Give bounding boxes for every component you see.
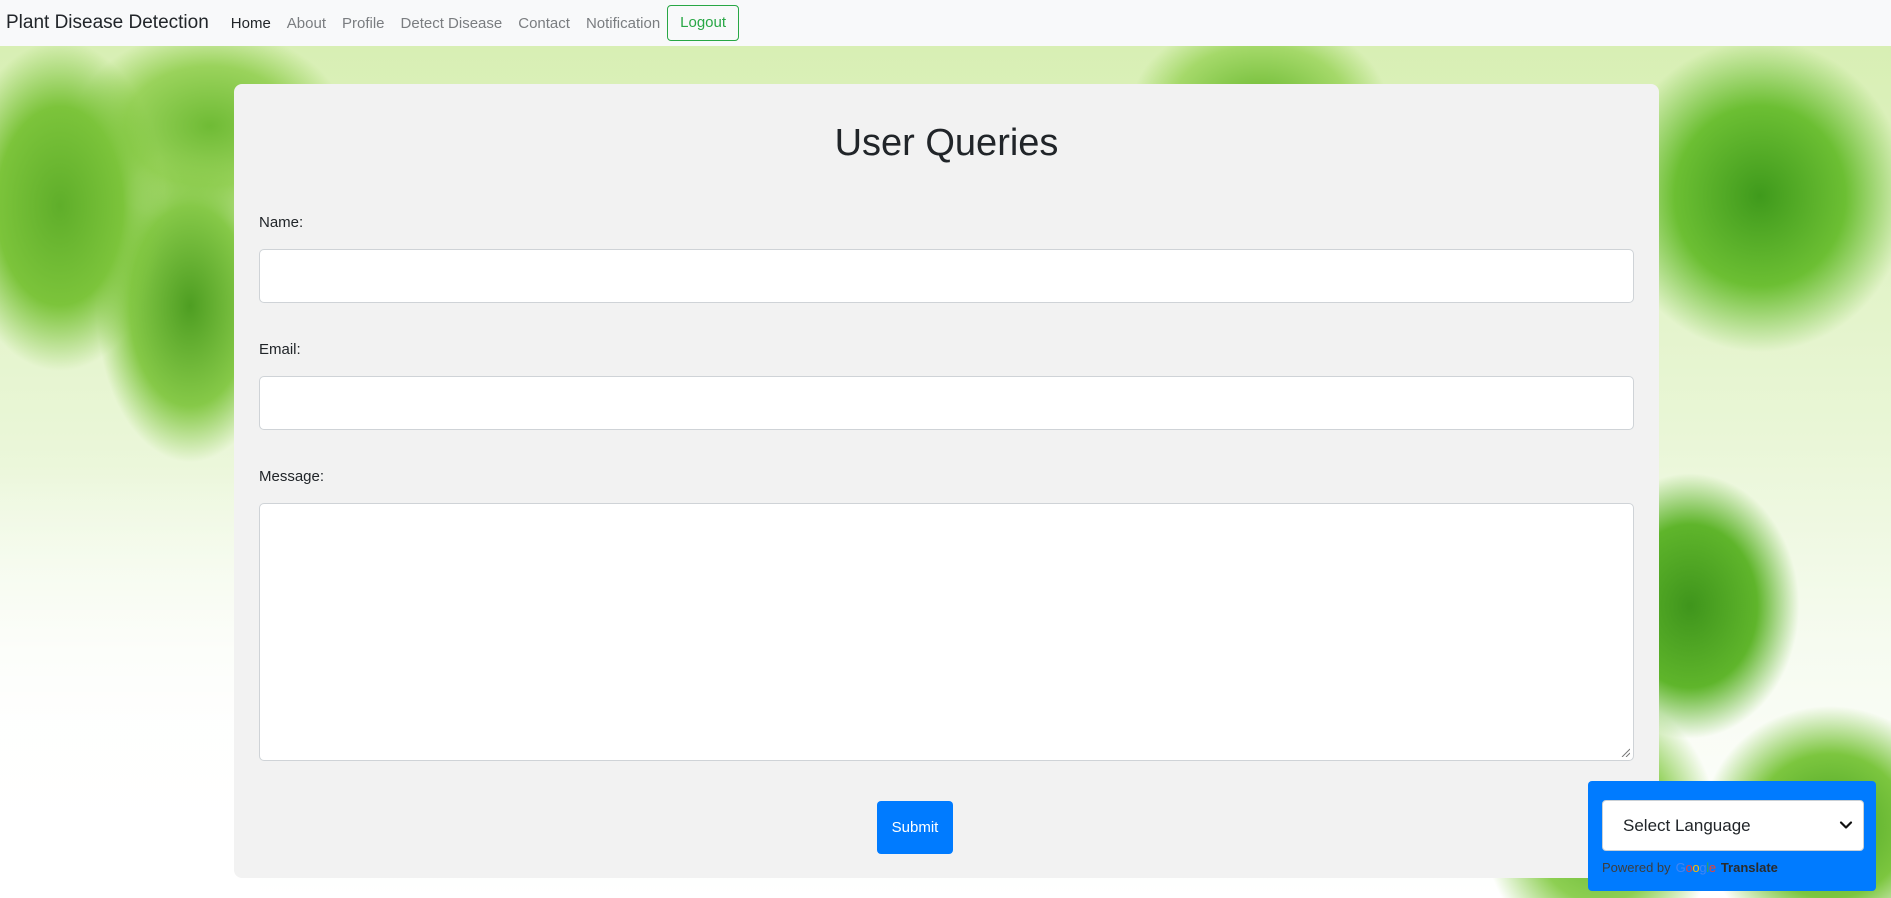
message-textarea[interactable]: [259, 503, 1634, 761]
language-select-value: Select Language: [1623, 815, 1751, 835]
navbar: Plant Disease Detection Home About Profi…: [0, 0, 1891, 46]
page-title: User Queries: [834, 122, 1059, 164]
language-select[interactable]: Select Language: [1602, 800, 1864, 851]
submit-button[interactable]: Submit: [877, 801, 953, 854]
nav-about[interactable]: About: [287, 15, 326, 32]
google-translate-widget: Select Language Powered by Google Transl…: [1588, 781, 1876, 891]
nav-notification[interactable]: Notification: [586, 15, 660, 32]
message-label: Message:: [259, 468, 325, 485]
nav-profile[interactable]: Profile: [342, 15, 385, 32]
name-label: Name:: [259, 214, 304, 231]
google-logo-icon: Google: [1675, 860, 1716, 875]
resize-grip-icon[interactable]: [1620, 747, 1630, 757]
logout-button[interactable]: Logout: [667, 5, 740, 41]
email-label: Email:: [259, 341, 301, 358]
nav-home[interactable]: Home: [231, 15, 271, 32]
brand[interactable]: Plant Disease Detection: [6, 12, 209, 34]
nav-contact[interactable]: Contact: [518, 15, 570, 32]
background-fade: [0, 466, 260, 898]
powered-by: Powered by Google Translate: [1602, 860, 1778, 875]
translate-link[interactable]: Translate: [1721, 860, 1778, 875]
query-form-card: User Queries Name: Email: Message: Submi…: [234, 84, 1659, 878]
email-input[interactable]: [259, 376, 1634, 430]
nav-detect-disease[interactable]: Detect Disease: [401, 15, 503, 32]
chevron-down-icon: [1839, 821, 1853, 829]
powered-by-text: Powered by: [1602, 860, 1671, 875]
name-input[interactable]: [259, 249, 1634, 303]
